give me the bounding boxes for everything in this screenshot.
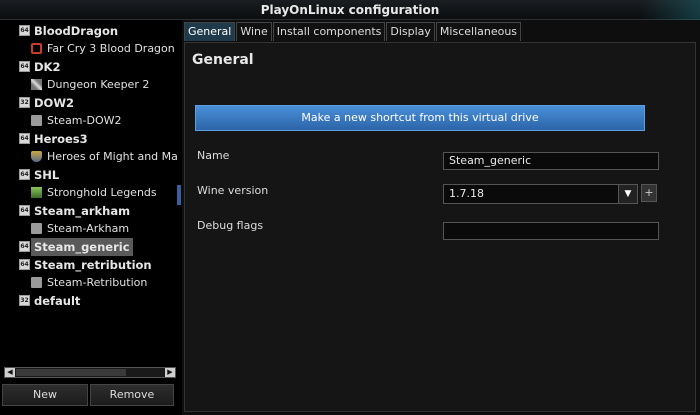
- arch-64-icon: 64: [19, 205, 30, 216]
- chevron-down-icon[interactable]: ▼: [618, 184, 638, 204]
- tree-category[interactable]: 32 DOW2: [0, 94, 177, 112]
- name-label: Name: [197, 149, 230, 162]
- new-button[interactable]: New: [2, 384, 88, 406]
- make-shortcut-button[interactable]: Make a new shortcut from this virtual dr…: [195, 105, 645, 131]
- wine-version-label: Wine version: [197, 184, 269, 197]
- debug-flags-field[interactable]: [443, 222, 659, 240]
- sword-icon: [31, 79, 42, 90]
- arch-64-icon: 64: [19, 241, 30, 252]
- tab-general[interactable]: General: [184, 22, 236, 41]
- tree-category[interactable]: 64 Heroes3: [0, 130, 177, 148]
- tree-item[interactable]: Steam-DOW2: [0, 112, 177, 130]
- scroll-right-icon[interactable]: ▶: [165, 368, 175, 377]
- steam-icon: [31, 277, 42, 288]
- name-field[interactable]: Steam_generic: [443, 152, 659, 170]
- arch-64-icon: 64: [19, 259, 30, 270]
- arch-32-icon: 32: [19, 97, 30, 108]
- arch-64-icon: 64: [19, 61, 30, 72]
- shield-icon: [31, 151, 42, 162]
- prefix-tree[interactable]: 64 BloodDragon Far Cry 3 Blood Dragon 64 D…: [0, 22, 177, 364]
- tree-category[interactable]: 64 DK2: [0, 58, 177, 76]
- tab-bar: General Wine Install components Display …: [184, 22, 522, 42]
- pane-splitter[interactable]: [177, 185, 181, 205]
- arch-64-icon: 64: [19, 169, 30, 180]
- steam-icon: [31, 115, 42, 126]
- scroll-thumb[interactable]: [16, 369, 126, 376]
- arch-64-icon: 64: [19, 25, 30, 36]
- arch-64-icon: 64: [19, 133, 30, 144]
- tree-item[interactable]: Stronghold Legends: [0, 184, 177, 202]
- tab-wine[interactable]: Wine: [236, 22, 272, 41]
- tree-item[interactable]: Steam-Retribution: [0, 274, 177, 292]
- tree-category[interactable]: 64 Steam_arkham: [0, 202, 177, 220]
- tree-category[interactable]: 64 BloodDragon: [0, 22, 177, 40]
- wine-version-select[interactable]: 1.7.18: [443, 184, 619, 204]
- horizontal-scrollbar[interactable]: ◀ ▶: [4, 367, 176, 378]
- titlebar-decoration: [640, 0, 700, 20]
- section-title: General: [192, 52, 254, 68]
- tree-category[interactable]: 64 SHL: [0, 166, 177, 184]
- tree-category[interactable]: 64 Steam_retribution: [0, 256, 177, 274]
- arch-32-icon: 32: [19, 295, 30, 306]
- red-square-icon: [31, 43, 42, 54]
- title-bar: PlayOnLinux configuration: [0, 0, 700, 20]
- tree-item[interactable]: Steam-Arkham: [0, 220, 177, 238]
- tree-item[interactable]: Far Cry 3 Blood Dragon: [0, 40, 177, 58]
- debug-flags-label: Debug flags: [197, 219, 264, 232]
- window-title: PlayOnLinux configuration: [260, 3, 440, 17]
- tree-category[interactable]: 32 default: [0, 292, 177, 310]
- general-tab-content: General Make a new shortcut from this vi…: [184, 42, 696, 412]
- tree-category-selected[interactable]: 64 Steam_generic: [0, 238, 177, 256]
- tab-display[interactable]: Display: [386, 22, 435, 41]
- config-panel: General Wine Install components Display …: [182, 20, 700, 415]
- tab-miscellaneous[interactable]: Miscellaneous: [435, 22, 522, 41]
- remove-button[interactable]: Remove: [90, 384, 174, 406]
- scroll-left-icon[interactable]: ◀: [5, 368, 15, 377]
- plus-icon[interactable]: +: [641, 184, 657, 202]
- sidebar: 64 BloodDragon Far Cry 3 Blood Dragon 64 D…: [0, 20, 182, 415]
- tree-item[interactable]: Dungeon Keeper 2: [0, 76, 177, 94]
- steam-icon: [31, 223, 42, 234]
- tree-item[interactable]: Heroes of Might and Magic: [0, 148, 177, 166]
- tab-install-components[interactable]: Install components: [272, 22, 386, 41]
- map-icon: [31, 187, 42, 198]
